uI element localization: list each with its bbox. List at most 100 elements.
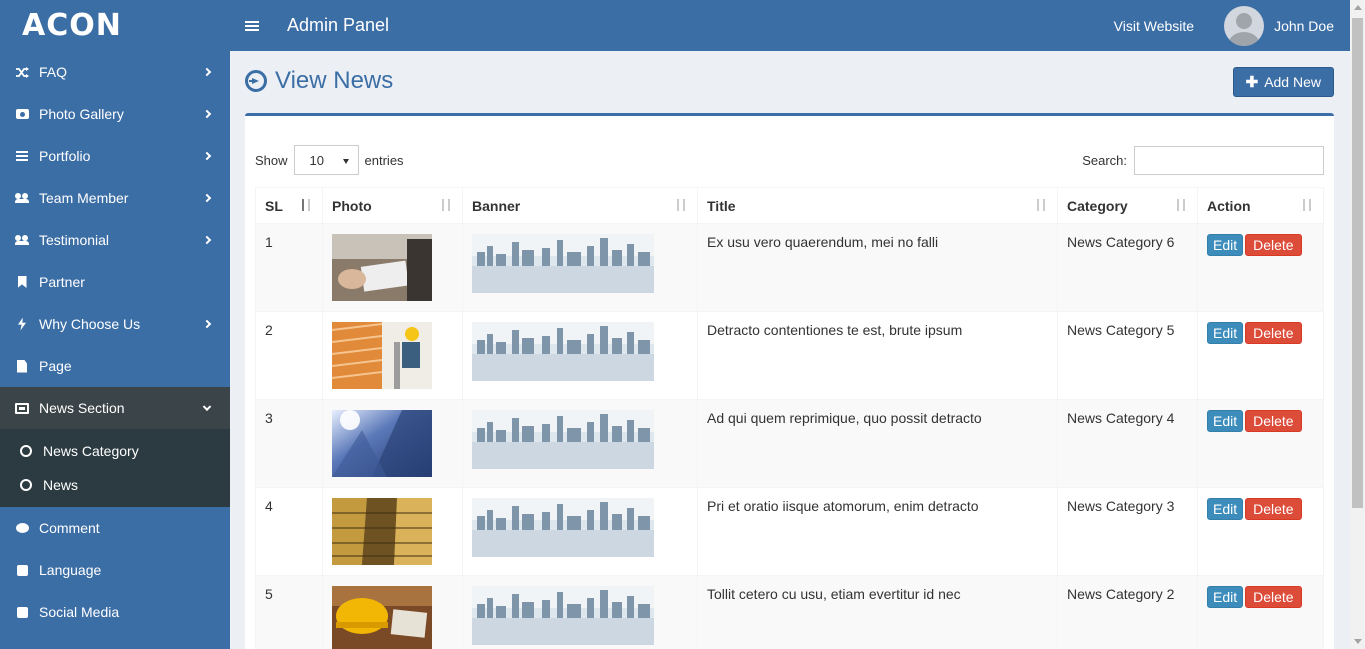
column-header-category[interactable]: Category: [1057, 187, 1198, 224]
menu-toggle-icon[interactable]: [245, 20, 259, 31]
table-row: 3 Ad qui quem reprimique, quo possit det…: [255, 399, 1324, 488]
sidebar-item-portfolio[interactable]: Portfolio: [0, 135, 230, 177]
cell-banner: [462, 223, 698, 312]
sidebar-item-label: Comment: [39, 520, 100, 536]
cell-photo: [322, 487, 463, 576]
page-header: View News ✚ Add New: [230, 51, 1350, 111]
entries-select[interactable]: 10: [293, 145, 359, 175]
sidebar-item-label: Page: [39, 358, 72, 374]
cell-banner: [462, 399, 698, 488]
table-controls: Show 10 entries Search:: [255, 145, 1324, 175]
newspaper-icon: [15, 402, 29, 414]
add-new-button[interactable]: ✚ Add New: [1232, 67, 1334, 97]
sidebar-subitem-news[interactable]: News: [0, 468, 230, 502]
logo[interactable]: ACON: [0, 0, 230, 51]
scroll-up-arrow-icon[interactable]: [1354, 5, 1362, 10]
cell-sl: 3: [255, 399, 323, 488]
sort-icon: [442, 199, 452, 211]
cell-action: Edit Delete: [1197, 399, 1324, 488]
shuffle-icon: [15, 66, 29, 78]
delete-button[interactable]: Delete: [1245, 322, 1302, 344]
news-table-box: Show 10 entries Search: SL Photo Banner …: [245, 113, 1334, 649]
delete-button[interactable]: Delete: [1245, 586, 1302, 608]
column-header-sl[interactable]: SL: [255, 187, 323, 224]
column-header-action[interactable]: Action: [1197, 187, 1324, 224]
sort-icon: [1303, 199, 1313, 211]
cell-title: Pri et oratio iisque atomorum, enim detr…: [697, 487, 1058, 576]
cell-title: Ex usu vero quaerendum, mei no falli: [697, 223, 1058, 312]
sidebar-item-news-section[interactable]: News Section: [0, 387, 230, 429]
sidebar-item-label: Portfolio: [39, 148, 91, 164]
scroll-down-arrow-icon[interactable]: [1354, 639, 1362, 644]
column-header-photo[interactable]: Photo: [322, 187, 463, 224]
sidebar-item-why-choose-us[interactable]: Why Choose Us: [0, 303, 230, 345]
cell-category: News Category 6: [1057, 223, 1198, 312]
user-name[interactable]: John Doe: [1274, 18, 1334, 34]
column-header-title[interactable]: Title: [697, 187, 1058, 224]
cell-title: Detracto contentiones te est, brute ipsu…: [697, 311, 1058, 400]
table-row: 2 Detracto contentiones te est, brute ip…: [255, 311, 1324, 400]
bolt-icon: [15, 317, 29, 331]
circle-icon: [20, 445, 32, 457]
delete-button[interactable]: Delete: [1245, 498, 1302, 520]
cell-action: Edit Delete: [1197, 575, 1324, 649]
sidebar-item-label: Testimonial: [39, 232, 110, 248]
sidebar-item-photo-gallery[interactable]: Photo Gallery: [0, 93, 230, 135]
search-wrap: Search:: [1082, 145, 1324, 175]
edit-button[interactable]: Edit: [1207, 234, 1244, 256]
news-banner: [472, 586, 654, 645]
bars-icon: [15, 150, 29, 162]
cell-action: Edit Delete: [1197, 311, 1324, 400]
column-header-banner[interactable]: Banner: [462, 187, 698, 224]
delete-button[interactable]: Delete: [1245, 410, 1302, 432]
cell-photo: [322, 399, 463, 488]
sidebar-subitem-news-category[interactable]: News Category: [0, 434, 230, 468]
sidebar-item-faq[interactable]: FAQ: [0, 51, 230, 93]
main-content: View News ✚ Add New Show 10 entries Sear…: [230, 51, 1350, 649]
circle-icon: [20, 479, 32, 491]
bookmark-icon: [15, 276, 29, 288]
user-avatar[interactable]: [1224, 5, 1265, 46]
header-right: Visit Website John Doe: [1114, 5, 1350, 46]
scrollbar-thumb[interactable]: [1352, 18, 1363, 508]
sort-icon: [1177, 199, 1187, 211]
plus-icon: ✚: [1245, 74, 1259, 91]
sidebar-item-label: Language: [39, 562, 102, 578]
news-photo: [332, 498, 432, 565]
sidebar-item-partner[interactable]: Partner: [0, 261, 230, 303]
chevron-right-icon: [202, 193, 212, 203]
news-table: SL Photo Banner Title Category Action 1: [255, 187, 1324, 649]
entries-label: entries: [364, 152, 404, 168]
edit-button[interactable]: Edit: [1207, 410, 1244, 432]
cell-banner: [462, 575, 698, 649]
sidebar-item-team-member[interactable]: Team Member: [0, 177, 230, 219]
chevron-right-icon: [202, 151, 212, 161]
news-photo: [332, 234, 432, 301]
news-banner: [472, 498, 654, 557]
news-photo: [332, 586, 432, 649]
sidebar-item-social-media[interactable]: Social Media: [0, 591, 230, 633]
sidebar-item-page[interactable]: Page: [0, 345, 230, 387]
delete-button[interactable]: Delete: [1245, 234, 1302, 256]
edit-button[interactable]: Edit: [1207, 498, 1244, 520]
cell-photo: [322, 575, 463, 649]
news-banner: [472, 322, 654, 381]
sidebar-subitem-label: News Category: [43, 443, 139, 459]
edit-button[interactable]: Edit: [1207, 586, 1244, 608]
camera-icon: [15, 108, 29, 120]
comment-icon: [15, 522, 29, 534]
search-input[interactable]: [1134, 145, 1324, 175]
sidebar-item-label: Social Media: [39, 604, 120, 620]
visit-website-link[interactable]: Visit Website: [1114, 18, 1194, 34]
sidebar-item-language[interactable]: Language: [0, 549, 230, 591]
cell-title: Ad qui quem reprimique, quo possit detra…: [697, 399, 1058, 488]
sidebar-item-comment[interactable]: Comment: [0, 507, 230, 549]
search-label: Search:: [1082, 152, 1127, 168]
page-title: View News: [275, 67, 394, 94]
sidebar-item-testimonial[interactable]: Testimonial: [0, 219, 230, 261]
sidebar-item-label: FAQ: [39, 64, 68, 80]
table-row: 4 Pri et oratio iisque atomorum, enim de…: [255, 487, 1324, 576]
edit-button[interactable]: Edit: [1207, 322, 1244, 344]
page-scrollbar[interactable]: [1350, 0, 1365, 649]
sidebar-item-label: News Section: [39, 400, 125, 416]
